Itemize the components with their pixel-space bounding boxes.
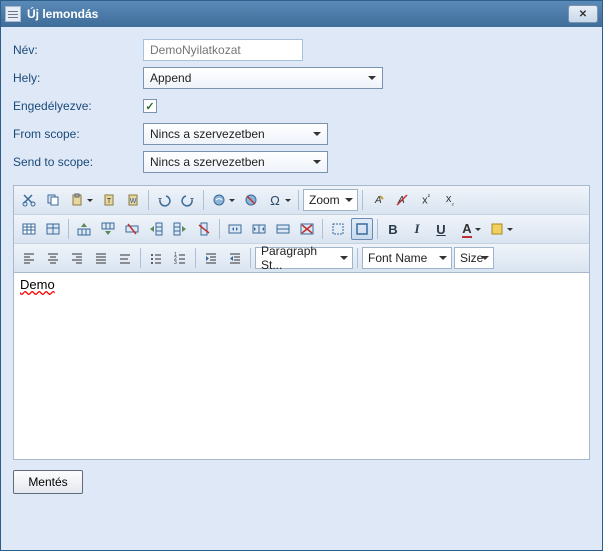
cell-props-icon[interactable] (327, 218, 349, 240)
separator (195, 248, 196, 268)
name-label: Név: (13, 43, 143, 57)
window-title: Új lemondás (27, 7, 568, 21)
font-name-select[interactable]: Font Name (362, 247, 452, 269)
place-select[interactable]: Append (143, 67, 383, 89)
svg-text:3: 3 (174, 260, 177, 265)
paste-text-icon[interactable]: T (98, 189, 120, 211)
separator (68, 219, 69, 239)
editor-textarea[interactable]: Demo (13, 272, 590, 460)
unlink-icon[interactable] (240, 189, 262, 211)
separator (148, 190, 149, 210)
send-scope-select[interactable]: Nincs a szervezetben (143, 151, 328, 173)
paste-word-icon[interactable]: W (122, 189, 144, 211)
paragraph-style-select[interactable]: Paragraph St... (255, 247, 353, 269)
delete-col-icon[interactable] (193, 218, 215, 240)
align-none-icon[interactable] (114, 247, 136, 269)
undo-icon[interactable] (153, 189, 175, 211)
table-wizard-icon[interactable] (42, 218, 64, 240)
table-border-icon[interactable] (351, 218, 373, 240)
content-area: Név: Hely: Append Engedélyezve: From sco… (1, 27, 602, 550)
toolbar-row-3: 123 Paragraph St... Font Name Size (13, 243, 590, 272)
cut-icon[interactable] (18, 189, 40, 211)
editor-text: Demo (20, 277, 55, 292)
delete-table-icon[interactable] (296, 218, 318, 240)
font-color-button[interactable]: A (454, 218, 484, 240)
split-cell-icon[interactable] (248, 218, 270, 240)
from-scope-label: From scope: (13, 127, 143, 141)
toolbar-row-2: B I U A (13, 214, 590, 243)
save-button[interactable]: Mentés (13, 470, 83, 494)
merge-horiz-icon[interactable] (272, 218, 294, 240)
align-right-icon[interactable] (66, 247, 88, 269)
bullet-list-icon[interactable] (145, 247, 167, 269)
zoom-select[interactable]: Zoom (303, 189, 358, 211)
separator (362, 190, 363, 210)
bg-color-button[interactable] (486, 218, 516, 240)
separator (322, 219, 323, 239)
toolbar-row-1: T W Ω Zoom A A x² x₂ (13, 185, 590, 214)
symbol-icon[interactable]: Ω (264, 189, 294, 211)
merge-cells-icon[interactable] (224, 218, 246, 240)
number-list-icon[interactable]: 123 (169, 247, 191, 269)
indent-icon[interactable] (200, 247, 222, 269)
insert-row-above-icon[interactable] (73, 218, 95, 240)
insert-table-icon[interactable] (18, 218, 40, 240)
separator (140, 248, 141, 268)
insert-row-below-icon[interactable] (97, 218, 119, 240)
superscript-icon[interactable]: x² (415, 189, 437, 211)
svg-text:W: W (130, 198, 137, 205)
align-justify-icon[interactable] (90, 247, 112, 269)
separator (377, 219, 378, 239)
enabled-checkbox[interactable] (143, 99, 157, 113)
form-icon (5, 6, 21, 22)
editor: T W Ω Zoom A A x² x₂ (13, 185, 590, 460)
format-painter-icon[interactable]: A (367, 189, 389, 211)
titlebar: Új lemondás ✕ (1, 1, 602, 27)
link-icon[interactable] (208, 189, 238, 211)
svg-text:T: T (107, 198, 112, 205)
separator (298, 190, 299, 210)
align-center-icon[interactable] (42, 247, 64, 269)
redo-icon[interactable] (177, 189, 199, 211)
align-left-icon[interactable] (18, 247, 40, 269)
insert-col-left-icon[interactable] (145, 218, 167, 240)
subscript-icon[interactable]: x₂ (439, 189, 461, 211)
delete-row-icon[interactable] (121, 218, 143, 240)
enabled-label: Engedélyezve: (13, 99, 143, 113)
from-scope-select[interactable]: Nincs a szervezetben (143, 123, 328, 145)
clear-format-icon[interactable]: A (391, 189, 413, 211)
separator (219, 219, 220, 239)
paste-icon[interactable] (66, 189, 96, 211)
separator (357, 248, 358, 268)
copy-icon[interactable] (42, 189, 64, 211)
italic-button[interactable]: I (406, 218, 428, 240)
send-scope-label: Send to scope: (13, 155, 143, 169)
insert-col-right-icon[interactable] (169, 218, 191, 240)
dialog-window: Új lemondás ✕ Név: Hely: Append Engedély… (0, 0, 603, 551)
name-input[interactable] (143, 39, 303, 61)
font-size-select[interactable]: Size (454, 247, 494, 269)
separator (250, 248, 251, 268)
close-button[interactable]: ✕ (568, 5, 598, 23)
separator (203, 190, 204, 210)
outdent-icon[interactable] (224, 247, 246, 269)
bold-button[interactable]: B (382, 218, 404, 240)
place-label: Hely: (13, 71, 143, 85)
underline-button[interactable]: U (430, 218, 452, 240)
